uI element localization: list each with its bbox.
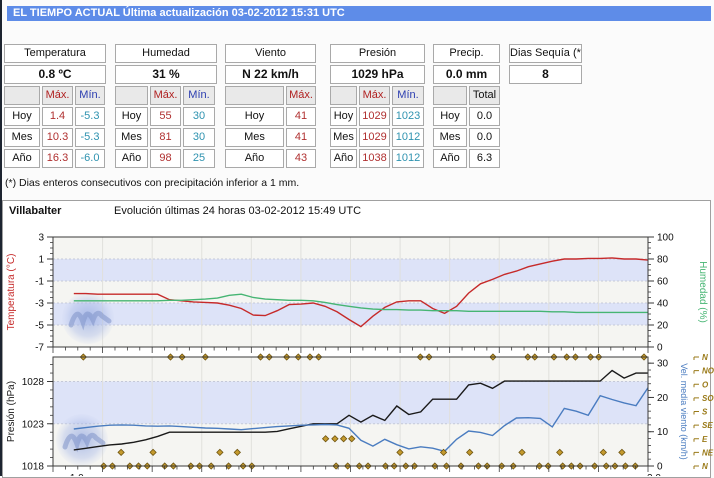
- left-tick-label: 1: [38, 255, 44, 266]
- wind-direction-axis-label: N: [702, 353, 708, 362]
- wind-direction-axis-label: N: [702, 462, 708, 471]
- left-tick-label: 1018: [22, 462, 45, 473]
- right-tick-label: 10: [657, 427, 669, 438]
- wind-direction-axis-label: O: [702, 380, 709, 389]
- watermark-icon: [56, 414, 108, 466]
- right-tick-label: 100: [657, 233, 674, 244]
- right-tick-label: 80: [657, 255, 669, 266]
- left-tick-label: -3: [35, 299, 44, 310]
- right-axis-title: Humedad (%): [697, 261, 708, 323]
- right-tick-label: 20: [657, 321, 669, 332]
- left-axis-title: Temperatura (°C): [6, 254, 17, 331]
- right-tick-label: 20: [657, 393, 669, 404]
- weather-dashboard: { "header": { "title": "EL TIEMPO ACTUAL…: [0, 0, 714, 476]
- right-tick-label: 40: [657, 299, 669, 310]
- wind-direction-axis-label: NE: [702, 448, 714, 457]
- charts: 31-1-3-5-7100806040200Temperatura (°C)Hu…: [0, 0, 714, 476]
- wind-direction-axis-label: SO: [702, 394, 714, 403]
- wind-direction-axis-label: SE: [702, 421, 713, 430]
- right-tick-label: 30: [657, 359, 669, 370]
- wind-direction-axis-label: E: [702, 435, 708, 444]
- chart-0: 3 1 -1 -3 -5 -7 100 80 60 40 20 0 Temperatura (°C) Hu…: [6, 233, 708, 354]
- right-tick-label: 0: [657, 462, 663, 473]
- right-axis-title: Vel. media viento (km/h): [679, 363, 689, 460]
- left-axis-title: Presión (hPa): [6, 381, 17, 442]
- left-tick-label: 1023: [22, 419, 45, 430]
- right-tick-label: 0: [657, 343, 663, 354]
- left-tick-label: -7: [35, 343, 44, 354]
- wind-direction-axis-label: S: [702, 408, 708, 417]
- left-tick-label: 3: [38, 233, 44, 244]
- right-tick-label: 60: [657, 277, 669, 288]
- watermark-icon: [62, 292, 114, 344]
- chart-1: 1028 1023 1018 30 20 10 0 Presión (hPa) Vel. med…: [6, 353, 714, 476]
- left-tick-label: -5: [35, 321, 44, 332]
- wind-direction-axis-label: NO: [702, 367, 714, 376]
- left-tick-label: 1028: [22, 377, 45, 388]
- left-tick-label: -1: [35, 277, 44, 288]
